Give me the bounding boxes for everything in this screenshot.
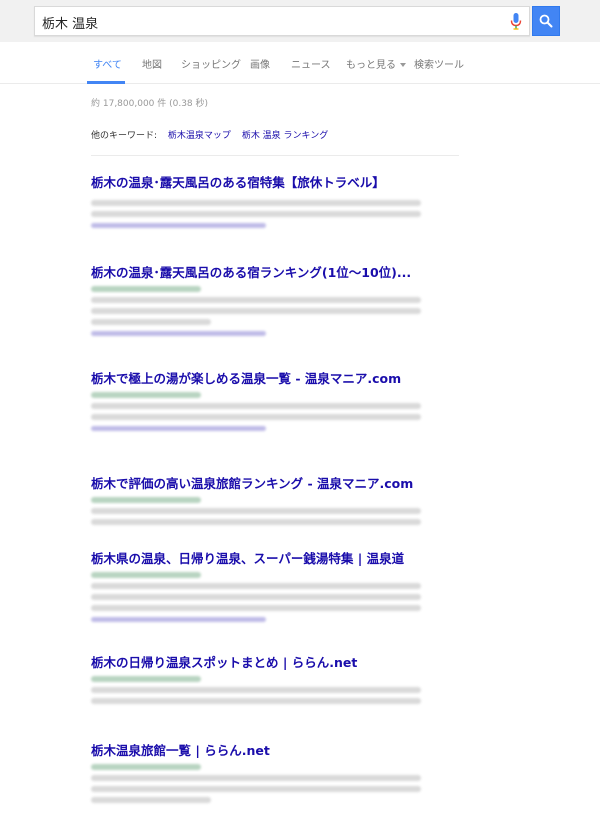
result-snippet: [91, 775, 421, 781]
tab-more[interactable]: もっと見る: [346, 56, 406, 71]
search-result: 栃木の温泉･露天風呂のある宿ランキング(1位～10位)...: [91, 262, 471, 336]
keyword-link-ranking[interactable]: 栃木 温泉 ランキング: [242, 131, 328, 141]
search-tabs: すべて 地図 ショッピング 画像 ニュース もっと見る 検索ツール: [0, 42, 600, 84]
search-result: 栃木の日帰り温泉スポットまとめ | ららん.net: [91, 652, 471, 704]
related-keywords: 他のキーワード: 栃木温泉マップ 栃木 温泉 ランキング: [91, 128, 328, 141]
microphone-icon[interactable]: [510, 13, 522, 30]
result-url[interactable]: [91, 676, 201, 682]
keyword-link-map[interactable]: 栃木温泉マップ: [168, 131, 231, 141]
result-snippet: [91, 786, 421, 792]
result-url[interactable]: [91, 572, 201, 578]
search-result: 栃木温泉旅館一覧 | ららん.net: [91, 740, 471, 803]
search-result: 栃木県の温泉、日帰り温泉、スーパー銭湯特集 | 温泉道: [91, 548, 471, 622]
result-snippet: [91, 605, 421, 611]
result-snippet: [91, 414, 421, 420]
result-snippet: [91, 698, 421, 704]
result-snippet: [91, 211, 421, 217]
divider: [91, 155, 459, 156]
tab-maps[interactable]: 地図: [142, 56, 162, 71]
search-header: 栃木 温泉: [0, 0, 600, 42]
active-tab-indicator: [87, 81, 125, 84]
result-snippet: [91, 403, 421, 409]
result-stats: 約 17,800,000 件 (0.38 秒): [91, 99, 209, 109]
result-title-link[interactable]: 栃木温泉旅館一覧 | ららん.net: [91, 740, 471, 759]
search-query-text: 栃木 温泉: [42, 17, 99, 32]
result-snippet: [91, 308, 421, 314]
result-title-link[interactable]: 栃木県の温泉、日帰り温泉、スーパー銭湯特集 | 温泉道: [91, 548, 471, 567]
result-snippet: [91, 583, 421, 589]
tab-more-label: もっと見る: [346, 60, 396, 71]
chevron-down-icon: [400, 63, 406, 67]
result-url[interactable]: [91, 497, 201, 503]
tab-search-tools[interactable]: 検索ツール: [414, 56, 464, 71]
result-title-link[interactable]: 栃木の温泉･露天風呂のある宿特集【旅休トラベル】: [91, 172, 471, 191]
result-title-link[interactable]: 栃木で極上の湯が楽しめる温泉一覧 - 温泉マニア.com: [91, 368, 471, 387]
result-url[interactable]: [91, 286, 201, 292]
result-url[interactable]: [91, 764, 201, 770]
result-sitelinks[interactable]: [91, 426, 266, 431]
result-snippet: [91, 508, 421, 514]
search-input[interactable]: 栃木 温泉: [34, 6, 530, 36]
result-snippet: [91, 319, 211, 325]
tab-images[interactable]: 画像: [250, 56, 270, 71]
result-snippet: [91, 797, 211, 803]
tab-all[interactable]: すべて: [93, 56, 122, 71]
search-icon: [539, 14, 553, 28]
search-button[interactable]: [532, 6, 560, 36]
search-result: 栃木の温泉･露天風呂のある宿特集【旅休トラベル】: [91, 172, 471, 228]
result-sitelinks[interactable]: [91, 617, 266, 622]
search-result: 栃木で評価の高い温泉旅館ランキング - 温泉マニア.com: [91, 473, 471, 525]
result-url[interactable]: [91, 392, 201, 398]
result-snippet: [91, 687, 421, 693]
tab-news[interactable]: ニュース: [291, 56, 331, 71]
result-snippet: [91, 594, 421, 600]
tab-shopping[interactable]: ショッピング: [181, 56, 241, 71]
search-result: 栃木で極上の湯が楽しめる温泉一覧 - 温泉マニア.com: [91, 368, 471, 431]
result-snippet: [91, 519, 421, 525]
keywords-label: 他のキーワード:: [91, 131, 158, 141]
result-sitelinks[interactable]: [91, 223, 266, 228]
result-title-link[interactable]: 栃木の温泉･露天風呂のある宿ランキング(1位～10位)...: [91, 262, 471, 281]
result-title-link[interactable]: 栃木の日帰り温泉スポットまとめ | ららん.net: [91, 652, 471, 671]
result-snippet: [91, 200, 421, 206]
result-sitelinks[interactable]: [91, 331, 266, 336]
result-title-link[interactable]: 栃木で評価の高い温泉旅館ランキング - 温泉マニア.com: [91, 473, 471, 492]
result-snippet: [91, 297, 421, 303]
